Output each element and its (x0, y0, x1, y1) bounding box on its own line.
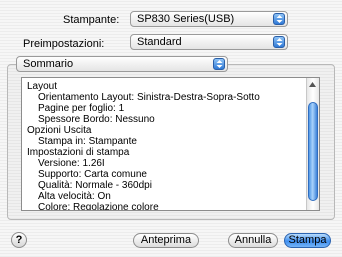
printer-popup[interactable]: SP830 Series(USB) (130, 11, 288, 27)
section-value: Sommario (23, 58, 74, 70)
summary-item: Versione: 1.26I (38, 158, 105, 169)
updown-arrows-icon (273, 36, 285, 48)
summary-heading-print-settings: Impostazioni di stampa (27, 147, 130, 158)
preview-button[interactable]: Anteprima (133, 233, 199, 248)
cancel-button[interactable]: Annulla (228, 233, 278, 248)
printer-value: SP830 Series(USB) (137, 13, 235, 25)
summary-item: Spessore Bordo: Nessuno (38, 114, 155, 125)
summary-item: Alta velocità: On (38, 191, 111, 202)
printer-label: Stampante: (63, 14, 120, 26)
scroll-thumb[interactable] (308, 102, 318, 201)
updown-arrows-icon (273, 13, 285, 25)
summary-item: Orientamento Layout: Sinistra-Destra-Sop… (38, 92, 260, 103)
scroll-up-arrow-icon[interactable] (307, 80, 318, 90)
presets-label: Preimpostazioni: (23, 38, 105, 50)
help-button[interactable]: ? (11, 232, 27, 248)
presets-value: Standard (137, 36, 182, 48)
section-popup[interactable]: Sommario (16, 56, 228, 72)
summary-item: Colore: Regolazione colore (38, 202, 159, 211)
summary-heading-layout: Layout (27, 81, 58, 92)
print-button[interactable]: Stampa (284, 233, 331, 248)
summary-item: Qualità: Normale - 360dpi (38, 180, 152, 191)
vertical-scrollbar[interactable] (306, 78, 319, 210)
summary-item: Stampa in: Stampante (38, 136, 137, 147)
updown-arrows-icon (213, 58, 225, 70)
summary-list[interactable]: Layout Orientamento Layout: Sinistra-Des… (21, 77, 320, 211)
summary-item: Pagine per foglio: 1 (38, 103, 125, 114)
summary-heading-output: Opzioni Uscita (27, 125, 92, 136)
summary-item: Supporto: Carta comune (38, 169, 147, 180)
presets-popup[interactable]: Standard (130, 34, 288, 50)
